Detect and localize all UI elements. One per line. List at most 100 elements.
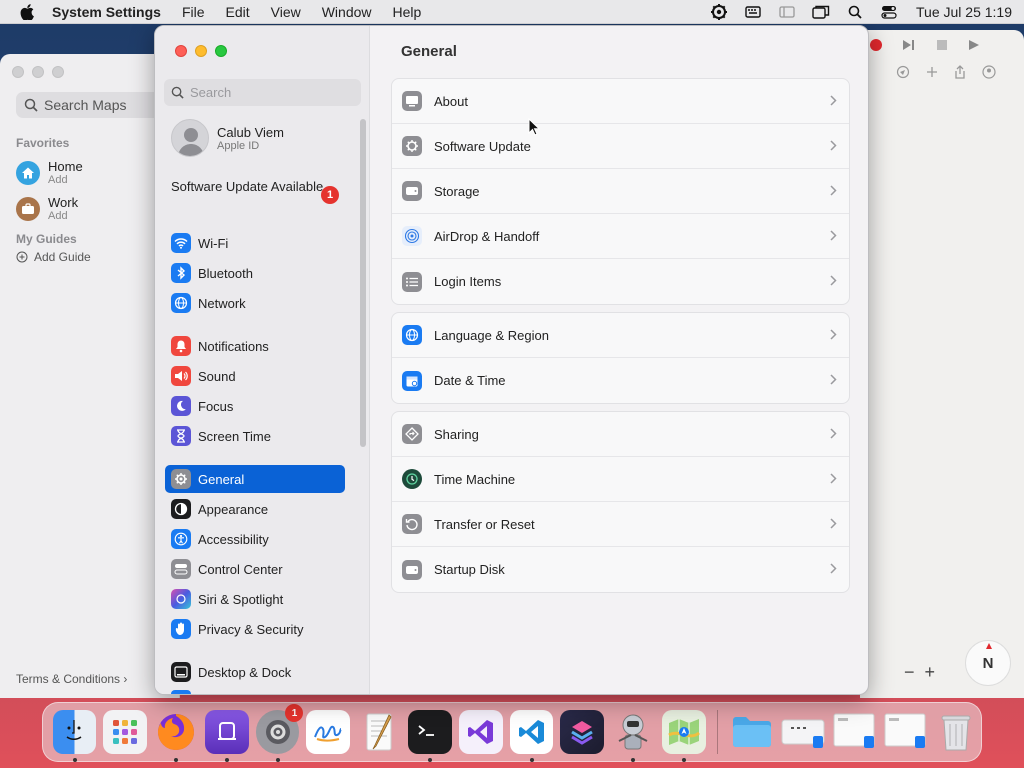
software-update-notice[interactable]: Software Update Available <box>171 179 341 195</box>
menu-app-name[interactable]: System Settings <box>52 4 161 20</box>
general-group-3: Sharing Time Machine Transfer or Reset S… <box>391 411 850 593</box>
vscode-icon[interactable] <box>509 710 554 762</box>
visual-studio-icon[interactable] <box>458 710 503 754</box>
compass-icon[interactable]: N <box>965 640 1011 686</box>
apple-id-account[interactable]: Calub Viem Apple ID <box>171 119 284 157</box>
chevron-right-icon <box>830 428 837 439</box>
sidebar-item-appearance[interactable]: Appearance <box>165 495 345 523</box>
sidebar-status-icon[interactable] <box>778 4 796 20</box>
maps-app-icon[interactable] <box>662 710 706 762</box>
add-icon[interactable] <box>926 66 938 78</box>
menu-view[interactable]: View <box>271 4 301 20</box>
spotlight-icon[interactable] <box>846 4 864 20</box>
minimize-button[interactable] <box>195 45 207 57</box>
menu-window[interactable]: Window <box>322 4 372 20</box>
gear-badge-icon <box>402 136 422 156</box>
sidebar-item-desktop-dock[interactable]: Desktop & Dock <box>165 658 345 686</box>
share-icon[interactable] <box>954 65 966 79</box>
row-startup-disk[interactable]: Startup Disk <box>392 547 849 592</box>
terms-link[interactable]: Terms & Conditions › <box>16 672 127 686</box>
gear-status-icon[interactable] <box>710 4 728 20</box>
tracking-icon[interactable] <box>896 65 910 79</box>
hourglass-icon <box>171 426 191 446</box>
settings-search-input[interactable] <box>190 85 350 100</box>
mouse-cursor-icon <box>528 118 540 136</box>
play-icon[interactable] <box>968 39 980 51</box>
terminal-icon[interactable] <box>408 710 452 762</box>
skip-icon[interactable] <box>902 39 916 51</box>
sidebar-item-screen-time[interactable]: Screen Time <box>165 422 345 450</box>
row-transfer-reset[interactable]: Transfer or Reset <box>392 502 849 547</box>
add-guide-button[interactable]: Add Guide <box>16 250 91 264</box>
favorite-home[interactable]: Home Add <box>16 159 83 186</box>
sidebar-item-network[interactable]: Network <box>165 289 345 317</box>
maps-map-area: − + N <box>860 30 1024 698</box>
row-sharing[interactable]: Sharing <box>392 412 849 457</box>
sidebar-item-privacy-security[interactable]: Privacy & Security <box>165 615 345 643</box>
account-icon[interactable] <box>982 65 996 79</box>
automator-icon[interactable] <box>611 710 655 762</box>
sidebar-item-control-center[interactable]: Control Center <box>165 555 345 583</box>
trash-icon[interactable] <box>934 710 978 754</box>
keyboard-status-icon[interactable] <box>744 4 762 20</box>
firefox-icon[interactable] <box>154 710 198 762</box>
menu-help[interactable]: Help <box>393 4 422 20</box>
sidebar-item-label: Siri & Spotlight <box>198 591 284 607</box>
apple-icon[interactable] <box>20 3 34 20</box>
search-icon <box>24 98 38 112</box>
sidebar-item-label: Focus <box>198 398 234 414</box>
row-airdrop-handoff[interactable]: AirDrop & Handoff <box>392 214 849 259</box>
close-button[interactable] <box>175 45 187 57</box>
sidebar-item-wifi[interactable]: Wi-Fi <box>165 229 345 257</box>
menu-clock[interactable]: Tue Jul 25 1:19 <box>916 4 1012 20</box>
window-status-icon[interactable] <box>812 4 830 20</box>
launchpad-icon[interactable] <box>103 710 148 754</box>
moon-icon <box>171 396 191 416</box>
time-machine-icon <box>402 469 422 489</box>
row-about[interactable]: About <box>392 79 849 124</box>
row-storage[interactable]: Storage <box>392 169 849 214</box>
window-thumbnail-icon[interactable] <box>781 710 825 754</box>
window-thumbnail-icon[interactable] <box>832 710 876 754</box>
sidebar-item-general[interactable]: General <box>165 465 345 493</box>
menu-file[interactable]: File <box>182 4 205 20</box>
sidebar-item-bluetooth[interactable]: Bluetooth <box>165 259 345 287</box>
sidebar-item-label: Sound <box>198 368 236 384</box>
shortcuts-icon[interactable] <box>560 710 605 754</box>
menu-edit[interactable]: Edit <box>226 4 250 20</box>
window-thumbnail-icon[interactable] <box>883 710 927 754</box>
sidebar-item-notifications[interactable]: Notifications <box>165 332 345 360</box>
control-center-icon[interactable] <box>880 4 898 20</box>
sidebar-scrollbar[interactable] <box>360 119 366 447</box>
sidebar-item-label: Appearance <box>198 501 269 517</box>
record-icon[interactable] <box>870 39 882 51</box>
zoom-out-button[interactable]: − <box>904 662 915 683</box>
zoom-in-button[interactable]: + <box>925 662 936 683</box>
finder-icon[interactable] <box>52 710 97 762</box>
chevron-right-icon <box>830 140 837 151</box>
system-settings-icon[interactable]: 1 <box>255 704 304 762</box>
maps-search-input[interactable]: Search Maps <box>16 92 176 118</box>
freeform-icon[interactable] <box>306 710 351 754</box>
sidebar-item-siri-spotlight[interactable]: Siri & Spotlight <box>165 585 345 613</box>
zoom-button[interactable] <box>215 45 227 57</box>
settings-search[interactable] <box>164 79 361 106</box>
maps-window-controls[interactable] <box>12 66 64 78</box>
stop-icon[interactable] <box>936 39 948 51</box>
sidebar-item-sound[interactable]: Sound <box>165 362 345 390</box>
podcast-app-icon[interactable] <box>204 710 249 762</box>
row-date-time[interactable]: Date & Time <box>392 358 849 403</box>
row-language-region[interactable]: Language & Region <box>392 313 849 358</box>
sidebar-item-focus[interactable]: Focus <box>165 392 345 420</box>
textedit-icon[interactable] <box>357 710 401 754</box>
folder-icon[interactable] <box>730 710 774 754</box>
row-login-items[interactable]: Login Items <box>392 259 849 304</box>
row-time-machine[interactable]: Time Machine <box>392 457 849 502</box>
maps-window: Search Maps Favorites Home Add Work Add My… <box>0 54 180 698</box>
favorite-work[interactable]: Work Add <box>16 195 78 222</box>
calendar-icon <box>402 370 422 391</box>
sidebar-item-accessibility[interactable]: Accessibility <box>165 525 345 553</box>
row-software-update[interactable]: Software Update <box>392 124 849 169</box>
search-icon <box>171 86 184 99</box>
sidebar-item-label: Wi-Fi <box>198 235 229 251</box>
